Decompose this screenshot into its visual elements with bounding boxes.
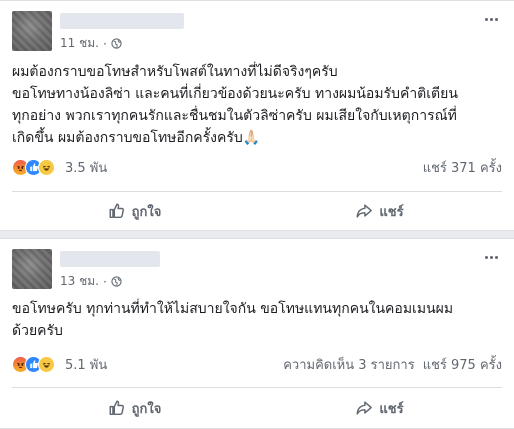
share-arrow-icon bbox=[356, 204, 373, 218]
stats-right: ความคิดเห็น 3 รายการ แชร์ 975 ครั้ง bbox=[283, 354, 502, 375]
post-timestamp[interactable]: 11 ชม. bbox=[60, 34, 99, 53]
share-button[interactable]: แชร์ bbox=[257, 391, 502, 425]
post-text: ผมต้องกราบขอโทษสำหรับโพสต์ในทางที่ไม่ดีจ… bbox=[12, 64, 458, 146]
meta-separator: · bbox=[102, 36, 107, 51]
more-options-icon[interactable] bbox=[482, 12, 500, 26]
like-button[interactable]: ถูกใจ bbox=[12, 194, 257, 228]
avatar[interactable] bbox=[12, 249, 52, 289]
post-stats: 5.1 พัน ความคิดเห็น 3 รายการ แชร์ 975 คร… bbox=[12, 354, 502, 374]
action-bar: ถูกใจ แชร์ bbox=[12, 194, 502, 228]
thumbs-up-icon bbox=[109, 203, 124, 219]
reaction-icons[interactable] bbox=[12, 355, 55, 373]
globe-icon bbox=[111, 276, 122, 287]
author-name-redacted[interactable] bbox=[60, 251, 160, 267]
share-button-label: แชร์ bbox=[379, 401, 404, 417]
avatar[interactable] bbox=[12, 11, 52, 51]
meta-separator: · bbox=[102, 274, 107, 289]
post-meta: 13 ชม. · bbox=[60, 272, 122, 291]
more-options-icon[interactable] bbox=[482, 250, 500, 264]
divider bbox=[12, 387, 502, 388]
reaction-count[interactable]: 5.1 พัน bbox=[65, 354, 107, 375]
thumbs-up-icon bbox=[109, 400, 124, 416]
author-name-redacted[interactable] bbox=[60, 13, 184, 29]
globe-icon bbox=[111, 38, 122, 49]
stats-right: แชร์ 371 ครั้ง bbox=[415, 157, 502, 178]
action-bar: ถูกใจ แชร์ bbox=[12, 391, 502, 425]
share-count[interactable]: แชร์ 975 ครั้ง bbox=[423, 354, 502, 375]
post-meta: 11 ชม. · bbox=[60, 34, 122, 53]
share-count[interactable]: แชร์ 371 ครั้ง bbox=[423, 157, 502, 178]
divider bbox=[12, 191, 502, 192]
post-card: 13 ชม. · ขอโทษครับ ทุกท่านที่ทำให้ไม่สบา… bbox=[0, 238, 514, 429]
share-button[interactable]: แชร์ bbox=[257, 194, 502, 228]
haha-reaction-icon bbox=[38, 158, 55, 176]
like-button[interactable]: ถูกใจ bbox=[12, 391, 257, 425]
like-button-label: ถูกใจ bbox=[131, 401, 162, 417]
share-button-label: แชร์ bbox=[379, 204, 404, 220]
reaction-icons[interactable] bbox=[12, 158, 55, 176]
haha-reaction-icon bbox=[38, 355, 55, 373]
reaction-count[interactable]: 3.5 พัน bbox=[65, 157, 107, 178]
post-text: ขอโทษครับ ทุกท่านที่ทำให้ไม่สบายใจกัน ขอ… bbox=[12, 301, 454, 339]
comment-count[interactable]: ความคิดเห็น 3 รายการ bbox=[283, 354, 415, 375]
post-timestamp[interactable]: 13 ชม. bbox=[60, 272, 99, 291]
share-arrow-icon bbox=[356, 401, 373, 415]
post-card: 11 ชม. · ผมต้องกราบขอโทษสำหรับโพสต์ในทาง… bbox=[0, 0, 514, 231]
like-button-label: ถูกใจ bbox=[131, 204, 162, 220]
post-stats: 3.5 พัน แชร์ 371 ครั้ง bbox=[12, 157, 502, 177]
